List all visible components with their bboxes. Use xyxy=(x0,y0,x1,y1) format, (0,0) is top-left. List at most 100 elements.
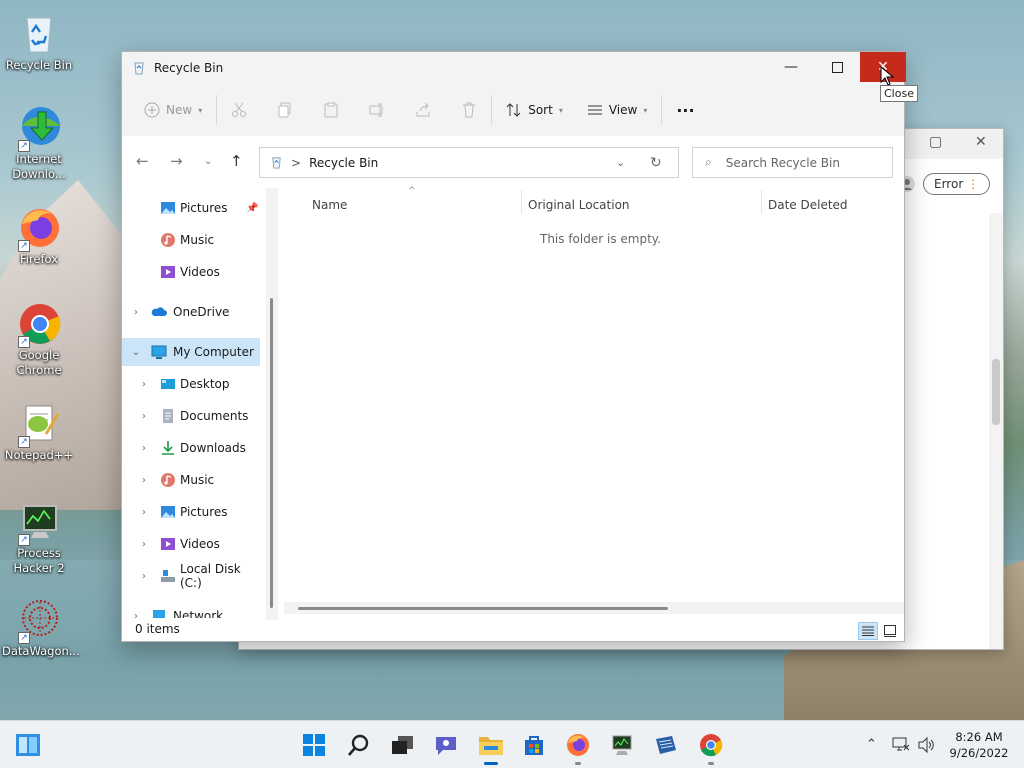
address-bar[interactable]: > Recycle Bin ⌄ ↻ xyxy=(259,147,679,178)
shortcut-arrow-icon: ↗ xyxy=(18,240,30,252)
chevron-right-icon[interactable]: › xyxy=(139,475,149,486)
forward-button[interactable]: → xyxy=(170,152,183,170)
file-list[interactable]: ^ Name Original Location Date Deleted Th… xyxy=(280,186,904,620)
chevron-right-icon[interactable]: › xyxy=(139,571,149,582)
recent-locations-button[interactable]: ⌄ xyxy=(204,156,212,167)
widgets-button[interactable] xyxy=(14,731,42,759)
desktop-icon-google-chrome[interactable]: ↗ Google Chrome xyxy=(2,300,76,378)
nav-item-downloads[interactable]: › Downloads xyxy=(122,434,260,462)
nav-item-local-disk[interactable]: › Local Disk (C:) xyxy=(122,562,260,590)
maximize-icon[interactable]: ▢ xyxy=(929,134,942,150)
minimize-button[interactable]: — xyxy=(768,52,814,82)
clipboard-icon xyxy=(324,102,338,118)
copy-button[interactable] xyxy=(273,94,297,126)
address-dropdown-icon[interactable]: ⌄ xyxy=(616,156,625,169)
maximize-button[interactable] xyxy=(814,52,860,82)
desktop-icon-notepad-plus-plus[interactable]: ↗ Notepad++ xyxy=(2,400,76,463)
network-status-icon[interactable] xyxy=(892,737,910,757)
system-clock[interactable]: 8:26 AM 9/26/2022 xyxy=(944,729,1014,761)
column-divider[interactable] xyxy=(761,190,762,214)
up-button[interactable]: ↑ xyxy=(230,152,243,170)
error-button[interactable]: Error ⋮ xyxy=(923,173,991,195)
file-explorer-taskbar-button[interactable] xyxy=(477,731,505,765)
nav-item-pictures[interactable]: Pictures 📌 xyxy=(122,194,260,222)
nav-item-music[interactable]: › Music xyxy=(122,466,260,494)
scrollbar-thumb[interactable] xyxy=(298,607,668,610)
notepad-plus-plus-icon: ↗ xyxy=(16,400,62,448)
teams-chat-button[interactable] xyxy=(432,731,460,759)
column-header-original-location[interactable]: Original Location xyxy=(528,198,630,212)
search-input[interactable]: Search Recycle Bin xyxy=(726,156,840,170)
share-button[interactable] xyxy=(411,94,435,126)
view-button[interactable]: View ▾ xyxy=(583,94,652,126)
start-button[interactable] xyxy=(300,731,328,759)
title-bar[interactable]: Recycle Bin — ✕ xyxy=(122,52,906,84)
error-label: Error xyxy=(934,177,964,191)
breadcrumb-recycle-bin[interactable]: Recycle Bin xyxy=(309,156,378,170)
microsoft-store-button[interactable] xyxy=(520,731,548,759)
column-divider[interactable] xyxy=(521,190,522,214)
nav-item-network[interactable]: › Network xyxy=(122,602,260,618)
details-view-button[interactable] xyxy=(858,622,878,640)
firefox-taskbar-button[interactable] xyxy=(564,731,592,765)
search-button[interactable] xyxy=(345,731,373,759)
close-icon[interactable]: ✕ xyxy=(975,134,987,150)
scissors-icon xyxy=(232,102,247,117)
nav-item-pictures[interactable]: › Pictures xyxy=(122,498,260,526)
column-header-name[interactable]: Name xyxy=(312,198,347,212)
paste-button[interactable] xyxy=(319,94,343,126)
volume-icon[interactable] xyxy=(918,736,936,757)
nav-item-videos[interactable]: › Videos xyxy=(122,530,260,558)
refresh-icon[interactable]: ↻ xyxy=(650,155,662,171)
plus-circle-icon xyxy=(144,102,160,118)
pin-icon[interactable]: 📌 xyxy=(246,203,258,214)
nav-item-documents[interactable]: › Documents xyxy=(122,402,260,430)
chevron-right-icon[interactable]: › xyxy=(131,611,141,619)
chevron-right-icon[interactable]: › xyxy=(139,379,149,390)
nav-item-music[interactable]: Music xyxy=(122,226,260,254)
horizontal-scrollbar[interactable] xyxy=(284,602,904,614)
details-view-icon xyxy=(862,626,874,636)
large-icons-view-button[interactable] xyxy=(880,622,900,640)
new-button[interactable]: New ▾ xyxy=(140,94,206,126)
desktop-icon-firefox[interactable]: ↗ Firefox xyxy=(2,204,76,267)
back-button[interactable]: ← xyxy=(136,152,149,170)
navigation-scrollbar[interactable] xyxy=(266,188,278,620)
nav-item-videos[interactable]: Videos xyxy=(122,258,260,286)
desktop-icon-datawagon[interactable]: ↗ DataWagon... xyxy=(2,596,80,659)
column-header-date-deleted[interactable]: Date Deleted xyxy=(768,198,848,212)
show-hidden-icons-button[interactable]: ⌃ xyxy=(866,737,877,752)
chevron-right-icon[interactable]: › xyxy=(139,539,149,550)
chevron-down-icon[interactable]: ⌄ xyxy=(131,347,141,358)
background-window-scrollbar[interactable] xyxy=(989,213,1003,649)
pictures-icon xyxy=(161,202,175,214)
desktop-icon-process-hacker[interactable]: ↗ Process Hacker 2 xyxy=(2,498,76,576)
desktop-icon-label: Google Chrome xyxy=(16,348,62,377)
chevron-down-icon: ▾ xyxy=(558,105,563,115)
cut-button[interactable] xyxy=(227,94,251,126)
desktop-folder-icon xyxy=(161,379,175,389)
chevron-right-icon[interactable]: › xyxy=(139,507,149,518)
arrow-up-icon: ↑ xyxy=(230,152,243,170)
sort-button[interactable]: Sort ▾ xyxy=(502,94,567,126)
chevron-right-icon[interactable]: › xyxy=(139,411,149,422)
search-box[interactable]: ⌕ Search Recycle Bin xyxy=(692,147,893,178)
more-options-button[interactable]: ··· xyxy=(672,94,698,126)
rename-button[interactable] xyxy=(365,94,389,126)
delete-button[interactable] xyxy=(457,94,481,126)
task-view-button[interactable] xyxy=(388,731,416,759)
pictures-icon xyxy=(161,506,175,518)
scrollbar-thumb[interactable] xyxy=(992,359,1000,425)
desktop-icon-recycle-bin[interactable]: Recycle Bin xyxy=(2,10,76,73)
process-hacker-taskbar-button[interactable] xyxy=(608,731,636,759)
desktop-icon-internet-download-manager[interactable]: ↗ Internet Downlo... xyxy=(2,104,76,182)
network-tool-taskbar-button[interactable] xyxy=(652,731,680,759)
chrome-taskbar-button[interactable] xyxy=(697,731,725,765)
scrollbar-thumb[interactable] xyxy=(270,298,273,608)
nav-item-desktop[interactable]: › Desktop xyxy=(122,370,260,398)
nav-item-onedrive[interactable]: › OneDrive xyxy=(122,298,260,326)
nav-item-my-computer[interactable]: ⌄ My Computer xyxy=(122,338,260,366)
chevron-right-icon[interactable]: › xyxy=(131,307,141,318)
chevron-right-icon[interactable]: › xyxy=(139,443,149,454)
file-explorer-window[interactable]: Recycle Bin — ✕ New ▾ Sort ▾ View ▾ ··· … xyxy=(121,51,906,642)
